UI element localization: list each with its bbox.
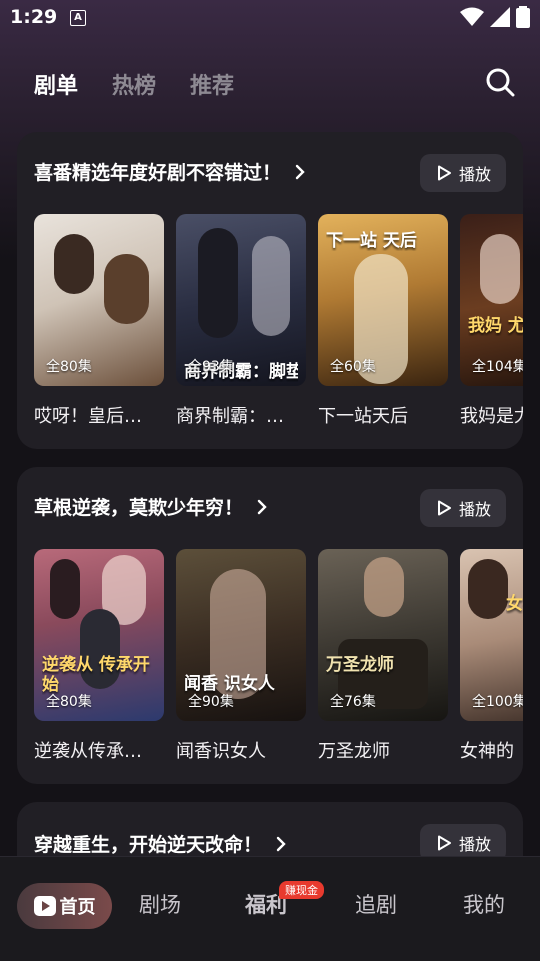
playlist-section: 草根逆袭，莫欺少年穷！ 播放 逆袭从 传承开始 全80集 逆袭从传承… 闻香 识…	[17, 467, 523, 784]
battery-icon	[516, 6, 530, 28]
drama-title: 女神的	[460, 741, 514, 762]
tab-hot-list[interactable]: 热榜	[112, 68, 156, 100]
drama-poster: 我妈 尤 全104集	[460, 214, 523, 386]
drama-title: 我妈是尤	[460, 406, 523, 427]
chevron-right-icon	[295, 164, 305, 179]
nav-following[interactable]: 追剧	[355, 889, 397, 919]
drama-card[interactable]: 下一站 天后 全60集 下一站天后	[318, 214, 448, 428]
app-notification-icon: A	[70, 10, 86, 26]
play-icon	[437, 165, 451, 181]
drama-title: 下一站天后	[318, 406, 408, 427]
play-all-label: 播放	[458, 165, 491, 184]
playlist-section: 穿越重生，开始逆天改命！ 播放	[17, 802, 523, 856]
episode-count: 全100集	[472, 694, 523, 710]
episode-count: 全80集	[46, 359, 92, 375]
wifi-icon	[460, 7, 484, 26]
status-bar: 1:29 A	[0, 0, 540, 38]
drama-title: 逆袭从传承…	[34, 741, 142, 762]
episode-count: 全76集	[330, 694, 376, 710]
search-icon[interactable]	[484, 66, 516, 98]
poster-title-art: 逆袭从 传承开始	[42, 655, 150, 695]
drama-card[interactable]: 万圣龙师 全76集 万圣龙师	[318, 549, 448, 763]
poster-title-art: 万圣龙师	[326, 655, 394, 675]
drama-card[interactable]: 女神 近 全100集 女神的	[460, 549, 523, 763]
play-all-label: 播放	[458, 500, 491, 519]
episode-count: 全80集	[46, 694, 92, 710]
play-all-label: 播放	[458, 835, 491, 854]
poster-title-art: 下一站 天后	[326, 231, 417, 251]
drama-poster: 逆袭从 传承开始 全80集	[34, 549, 164, 721]
chevron-right-icon	[276, 836, 286, 851]
playlist-section: 喜番精选年度好剧不容错过！ 播放 全80集 哎呀！皇后… 商界制霸：脚垫崛起 全…	[17, 132, 523, 449]
drama-poster: 闻香 识女人 全90集	[176, 549, 306, 721]
poster-title-art: 我妈 尤	[468, 316, 523, 336]
nav-home-label: 首页	[59, 897, 96, 918]
status-icons	[460, 6, 530, 28]
tab-recommend[interactable]: 推荐	[190, 68, 234, 100]
play-box-icon	[33, 896, 56, 916]
status-time: 1:29	[10, 6, 58, 28]
earn-cash-badge: 赚现金	[279, 881, 324, 899]
drama-card[interactable]: 闻香 识女人 全90集 闻香识女人	[176, 549, 306, 763]
episode-count: 全104集	[472, 359, 523, 375]
drama-card[interactable]: 全80集 哎呀！皇后…	[34, 214, 164, 428]
play-icon	[437, 500, 451, 516]
drama-poster: 女神 近 全100集	[460, 549, 523, 721]
drama-carousel[interactable]: 逆袭从 传承开始 全80集 逆袭从传承… 闻香 识女人 全90集 闻香识女人 万…	[34, 549, 523, 769]
drama-carousel[interactable]: 全80集 哎呀！皇后… 商界制霸：脚垫崛起 全93集 商界制霸：… 下一站 天后…	[34, 214, 523, 434]
drama-title: 万圣龙师	[318, 741, 390, 762]
section-title-link[interactable]: 草根逆袭，莫欺少年穷！	[34, 493, 267, 520]
play-all-button[interactable]: 播放	[420, 824, 506, 856]
drama-poster: 下一站 天后 全60集	[318, 214, 448, 386]
drama-poster: 万圣龙师 全76集	[318, 549, 448, 721]
play-icon	[437, 835, 451, 851]
drama-title: 商界制霸：…	[176, 406, 284, 427]
chevron-right-icon	[257, 499, 267, 514]
episode-count: 全60集	[330, 359, 376, 375]
drama-title: 哎呀！皇后…	[34, 406, 142, 427]
section-title-link[interactable]: 喜番精选年度好剧不容错过！	[34, 158, 305, 185]
drama-card[interactable]: 商界制霸：脚垫崛起 全93集 商界制霸：…	[176, 214, 306, 428]
signal-icon	[490, 7, 510, 27]
bottom-nav: 首页 剧场 福利 赚现金 追剧 我的	[0, 856, 540, 961]
drama-card[interactable]: 逆袭从 传承开始 全80集 逆袭从传承…	[34, 549, 164, 763]
section-title-link[interactable]: 穿越重生，开始逆天改命！	[34, 830, 286, 856]
drama-poster: 全80集	[34, 214, 164, 386]
section-title: 喜番精选年度好剧不容错过！	[34, 162, 282, 184]
section-title: 穿越重生，开始逆天改命！	[34, 834, 263, 856]
tab-playlist[interactable]: 剧单	[34, 68, 78, 100]
poster-title-art: 女神 近	[506, 594, 523, 614]
drama-card[interactable]: 我妈 尤 全104集 我妈是尤	[460, 214, 523, 428]
drama-title: 闻香识女人	[176, 741, 266, 762]
nav-profile[interactable]: 我的	[463, 889, 505, 919]
top-tabs: 剧单 热榜 推荐	[34, 68, 234, 100]
nav-theater[interactable]: 剧场	[139, 889, 181, 919]
nav-home[interactable]: 首页	[17, 883, 112, 929]
play-all-button[interactable]: 播放	[420, 489, 506, 527]
play-all-button[interactable]: 播放	[420, 154, 506, 192]
section-title: 草根逆袭，莫欺少年穷！	[34, 497, 244, 519]
episode-count: 全90集	[188, 694, 234, 710]
episode-count: 全93集	[188, 359, 234, 375]
drama-poster: 商界制霸：脚垫崛起 全93集	[176, 214, 306, 386]
